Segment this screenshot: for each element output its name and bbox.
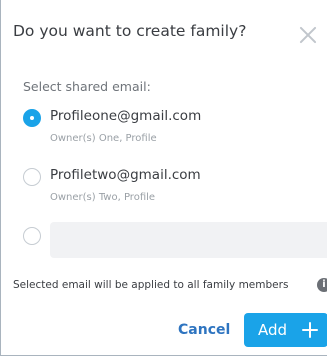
option-owner: Owner(s) Two, Profile <box>50 192 156 203</box>
dialog-title: Do you want to create family? <box>13 22 247 40</box>
option-email: Profiletwo@gmail.com <box>50 167 201 183</box>
cancel-button[interactable]: Cancel <box>178 322 230 338</box>
option-email: Profileone@gmail.com <box>50 108 202 124</box>
radio-button-selected[interactable] <box>23 109 41 127</box>
section-label: Select shared email: <box>23 79 151 94</box>
option-owner: Owner(s) One, Profile <box>50 133 157 144</box>
add-button-label: Add <box>258 321 288 339</box>
plus-icon <box>302 322 318 338</box>
notice-text: Selected email will be applied to all fa… <box>13 279 289 291</box>
close-icon[interactable] <box>297 24 319 46</box>
create-family-dialog: Do you want to create family? Select sha… <box>0 0 327 356</box>
info-icon[interactable]: i <box>317 278 327 292</box>
radio-button[interactable] <box>23 168 41 186</box>
radio-button[interactable] <box>23 227 41 245</box>
add-button[interactable]: Add <box>244 313 327 347</box>
custom-email-input[interactable] <box>50 222 327 258</box>
